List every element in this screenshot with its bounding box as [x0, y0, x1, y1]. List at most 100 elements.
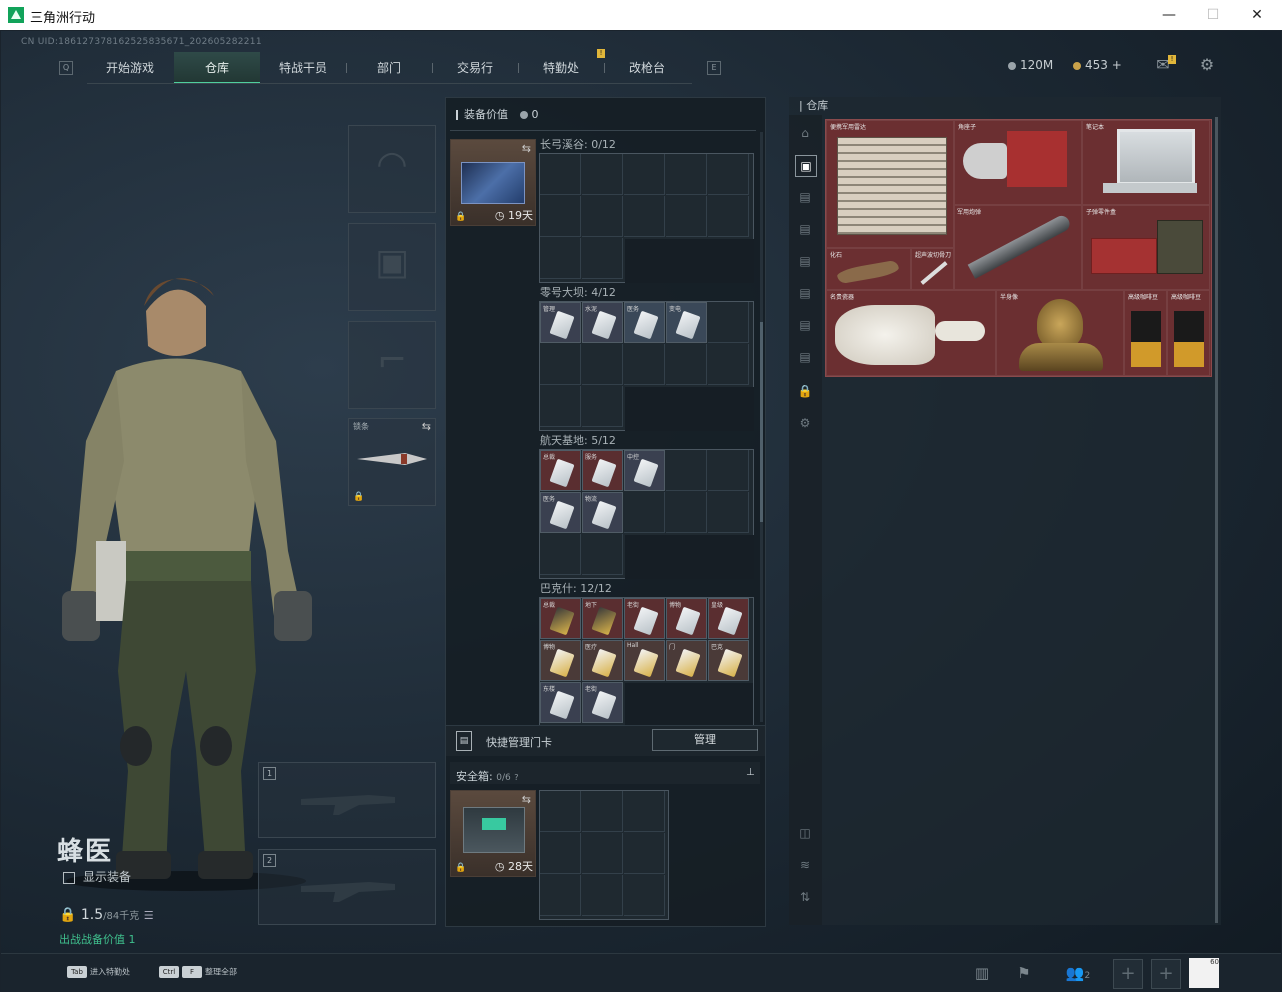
tab-warehouse[interactable]: 仓库 [174, 52, 260, 84]
pin-icon[interactable]: ⊥ [746, 767, 755, 778]
keycard[interactable]: 医疗 [582, 640, 623, 681]
keycard[interactable]: 医务 [624, 302, 665, 343]
squad-icon[interactable]: 👥2 [1061, 962, 1095, 984]
keycard[interactable]: 管理 [540, 302, 581, 343]
primary-weapon-slot[interactable]: 1 [258, 762, 436, 838]
swap-icon[interactable]: ⇆ [422, 420, 431, 433]
swap-icon[interactable]: ⇆ [522, 793, 531, 806]
keycard[interactable]: 地下 [582, 598, 623, 639]
stats-chart-icon[interactable]: ▥ [971, 962, 993, 984]
laptop-keyboard-icon [1103, 183, 1197, 193]
sort-icon[interactable]: ⇅ [795, 887, 815, 907]
lock-icon[interactable]: 🔒 [795, 381, 815, 401]
player-avatar[interactable]: 60 [1189, 958, 1219, 988]
hint-sort-all[interactable]: Ctrl F 整理全部 [159, 966, 237, 978]
flag-icon[interactable]: ⚑ [1013, 962, 1035, 984]
bottom-bar: Tab 进入特勤处 Ctrl F 整理全部 ▥ ⚑ 👥2 + + 60 [1, 953, 1281, 991]
layers-icon[interactable]: ≋ [795, 855, 815, 875]
weight-value: 1.5 [80, 907, 104, 923]
warehouse-page-icon[interactable]: ▤ [795, 283, 815, 303]
stash-item-fossil[interactable]: 化石 [826, 248, 911, 290]
carry-weight: 🔒 1.5/84千克 ☰ [59, 907, 154, 923]
swap-icon[interactable]: ⇆ [522, 142, 531, 155]
stash-item-ammo-box[interactable]: 子弹零件盒 [1082, 205, 1210, 290]
cn-uid: CN UID:18612737816252583567​1_2026052822… [21, 37, 262, 47]
warehouse-page-4-icon[interactable]: ▣ [795, 155, 817, 177]
tab-operators[interactable]: 特战干员 [260, 52, 346, 84]
backpack-icon[interactable]: ⌂ [795, 123, 815, 143]
keycard[interactable]: 总裁 [540, 598, 581, 639]
hint-special-ops[interactable]: Tab 进入特勤处 [67, 966, 130, 978]
stash-item-coffee[interactable]: 高级咖啡豆 [1167, 290, 1210, 376]
ticket-balance[interactable]: 453 + [1073, 58, 1122, 72]
keycard[interactable]: 老街 [582, 682, 623, 723]
nav-next-key[interactable]: E [707, 61, 721, 75]
warehouse-page-icon[interactable]: ▤ [795, 251, 815, 271]
tab-department[interactable]: 部门 [346, 52, 432, 84]
warehouse-page-icon[interactable]: ▤ [795, 347, 815, 367]
helmet-slot[interactable]: ◠ [348, 125, 436, 213]
stash-item-coffee[interactable]: 高级咖啡豆 [1124, 290, 1167, 376]
keycard[interactable]: 服务 [582, 450, 623, 491]
keycard[interactable]: Hall [624, 640, 665, 681]
keycard[interactable]: 东楼 [540, 682, 581, 723]
tab-gunsmith[interactable]: 改枪台 [604, 52, 690, 84]
warehouse-page-icon[interactable]: ▤ [795, 187, 815, 207]
tab-trade[interactable]: 交易行 [432, 52, 518, 84]
coin-amount: 120M [1020, 58, 1054, 72]
laptop-icon [1117, 129, 1195, 185]
safebox-item[interactable]: ⇆ 🔒 ◷ 28天 [450, 790, 536, 877]
pistol-slot[interactable]: ⌐ [348, 321, 436, 409]
nav-prev-key[interactable]: Q [59, 61, 73, 75]
keycard[interactable]: 医务 [540, 492, 581, 533]
keycard[interactable]: 博物 [666, 598, 707, 639]
keycard[interactable]: 巴克 [708, 640, 749, 681]
stash-item-shell[interactable]: 军用炮弹 [954, 205, 1082, 290]
weapon-slot-number: 1 [263, 767, 276, 780]
keycard[interactable]: 老街 [624, 598, 665, 639]
settings-gear-icon[interactable]: ⚙ [1196, 55, 1218, 75]
checkbox[interactable] [63, 871, 75, 884]
stash-item-scalpel[interactable]: 超声波切骨刀 [911, 248, 954, 290]
help-icon[interactable]: ? [514, 773, 518, 782]
stash-item-radar[interactable]: 便携军用雷达 [826, 120, 954, 248]
secondary-weapon-slot[interactable]: 2 [258, 849, 436, 925]
minimize-button[interactable]: — [1146, 0, 1192, 30]
tab-special-ops[interactable]: 特勤处 [518, 52, 604, 84]
warehouse-scrollbar[interactable] [1215, 117, 1218, 923]
close-button[interactable]: ✕ [1234, 0, 1280, 30]
show-equipment-toggle[interactable]: 显示装备 [63, 868, 131, 885]
keycard[interactable]: 门 [666, 640, 707, 681]
stash-item-base[interactable]: 角座子 [954, 120, 1082, 205]
bust-head-icon [1037, 299, 1083, 349]
melee-slot[interactable]: 锁条 ⇆ 🔒 [348, 418, 436, 506]
knife-icon [357, 453, 427, 465]
invite-slot-button[interactable]: + [1151, 959, 1181, 989]
armor-placeholder-icon: ▣ [374, 242, 409, 283]
warehouse-page-icon[interactable]: ▤ [795, 219, 815, 239]
coin-balance[interactable]: 120M [1008, 58, 1053, 72]
settings-gear-icon[interactable]: ⚙ [795, 413, 815, 433]
keycard[interactable]: 总裁 [540, 450, 581, 491]
stash-item-bust[interactable]: 半身像 [996, 290, 1124, 376]
tab-start-game[interactable]: 开始游戏 [87, 52, 173, 84]
maximize-button[interactable]: ☐ [1190, 0, 1236, 30]
warehouse-page-icon[interactable]: ▤ [795, 315, 815, 335]
keycard[interactable]: 水泥 [582, 302, 623, 343]
keycard[interactable]: 中控 [624, 450, 665, 491]
armor-slot[interactable]: ▣ [348, 223, 436, 311]
stash-item-laptop[interactable]: 笔记本 [1082, 120, 1210, 205]
keycard[interactable]: 物流 [582, 492, 623, 533]
keycard[interactable]: 皇级 [708, 598, 749, 639]
keycard-scrollbar[interactable] [760, 132, 763, 722]
invite-slot-button[interactable]: + [1113, 959, 1143, 989]
capsule-icon[interactable]: ◫ [795, 823, 815, 843]
keycard-holder-item[interactable]: ⇆ 🔒 ◷ 19天 [450, 139, 536, 226]
key-tab: Tab [67, 966, 87, 978]
pistol-placeholder-icon: ⌐ [376, 340, 408, 381]
keycard[interactable]: 变电 [666, 302, 707, 343]
stash-item-porcelain[interactable]: 名贵瓷器 [826, 290, 996, 376]
keycard[interactable]: 博物 [540, 640, 581, 681]
list-icon[interactable]: ☰ [144, 909, 154, 922]
manage-button[interactable]: 管理 [652, 729, 758, 751]
